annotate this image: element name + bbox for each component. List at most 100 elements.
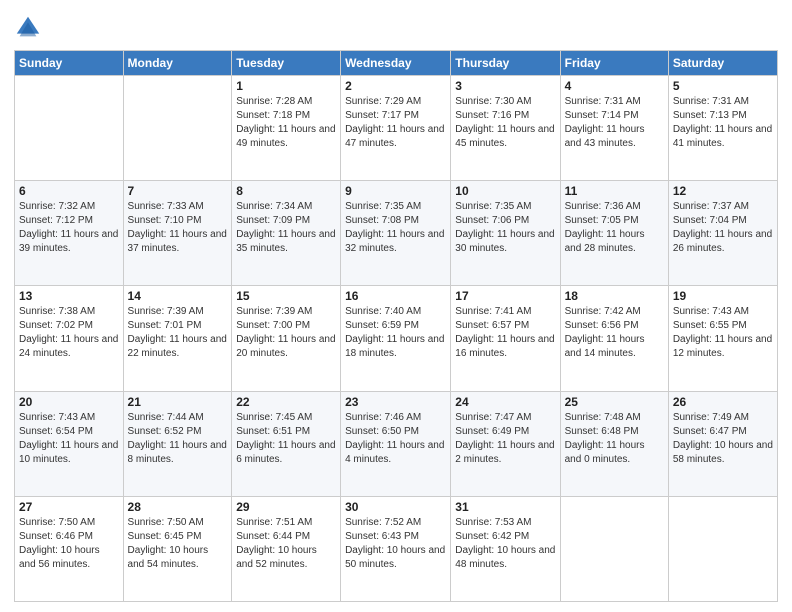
day-info: Sunrise: 7:50 AMSunset: 6:45 PMDaylight:… bbox=[128, 516, 228, 572]
day-info: Sunrise: 7:36 AMSunset: 7:05 PMDaylight:… bbox=[565, 200, 664, 256]
calendar-cell: 28 Sunrise: 7:50 AMSunset: 6:45 PMDayligh… bbox=[123, 496, 232, 601]
day-info: Sunrise: 7:41 AMSunset: 6:57 PMDaylight:… bbox=[455, 305, 555, 361]
day-info: Sunrise: 7:52 AMSunset: 6:43 PMDaylight:… bbox=[345, 516, 446, 572]
calendar-cell: 26Sunrise: 7:49 AMSunset: 6:47 PMDayligh… bbox=[668, 391, 777, 496]
calendar-cell: 8 Sunrise: 7:34 AMSunset: 7:09 PMDaylight… bbox=[232, 181, 341, 286]
calendar-cell: 16 Sunrise: 7:40 AMSunset: 6:59 PMDayligh… bbox=[341, 286, 451, 391]
day-number: 9 bbox=[345, 184, 446, 198]
day-info: Sunrise: 7:39 AMSunset: 7:01 PMDaylight:… bbox=[128, 305, 228, 361]
day-info: Sunrise: 7:43 AMSunset: 6:55 PMDaylight:… bbox=[673, 305, 773, 361]
day-number: 16 bbox=[345, 289, 446, 303]
day-number: 19 bbox=[673, 289, 773, 303]
calendar-cell: 27 Sunrise: 7:50 AMSunset: 6:46 PMDayligh… bbox=[15, 496, 124, 601]
day-number: 22 bbox=[236, 395, 336, 409]
calendar-cell: 30 Sunrise: 7:52 AMSunset: 6:43 PMDayligh… bbox=[341, 496, 451, 601]
day-info: Sunrise: 7:31 AMSunset: 7:13 PMDaylight:… bbox=[673, 95, 773, 151]
calendar-cell: 4 Sunrise: 7:31 AMSunset: 7:14 PMDaylight… bbox=[560, 76, 668, 181]
day-number: 25 bbox=[565, 395, 664, 409]
day-number: 21 bbox=[128, 395, 228, 409]
day-info: Sunrise: 7:34 AMSunset: 7:09 PMDaylight:… bbox=[236, 200, 336, 256]
calendar-cell: 25Sunrise: 7:48 AMSunset: 6:48 PMDayligh… bbox=[560, 391, 668, 496]
day-info: Sunrise: 7:39 AMSunset: 7:00 PMDaylight:… bbox=[236, 305, 336, 361]
day-number: 8 bbox=[236, 184, 336, 198]
day-number: 7 bbox=[128, 184, 228, 198]
day-info: Sunrise: 7:44 AMSunset: 6:52 PMDaylight:… bbox=[128, 411, 228, 467]
day-info: Sunrise: 7:38 AMSunset: 7:02 PMDaylight:… bbox=[19, 305, 119, 361]
day-number: 3 bbox=[455, 79, 555, 93]
calendar-cell: 13 Sunrise: 7:38 AMSunset: 7:02 PMDayligh… bbox=[15, 286, 124, 391]
day-of-week-header: Wednesday bbox=[341, 51, 451, 76]
day-number: 18 bbox=[565, 289, 664, 303]
day-of-week-header: Saturday bbox=[668, 51, 777, 76]
calendar-cell: 29Sunrise: 7:51 AMSunset: 6:44 PMDayligh… bbox=[232, 496, 341, 601]
calendar-cell: 31Sunrise: 7:53 AMSunset: 6:42 PMDayligh… bbox=[451, 496, 560, 601]
calendar-cell: 2Sunrise: 7:29 AMSunset: 7:17 PMDaylight… bbox=[341, 76, 451, 181]
logo bbox=[14, 14, 44, 42]
day-number: 15 bbox=[236, 289, 336, 303]
day-number: 23 bbox=[345, 395, 446, 409]
calendar-cell: 7 Sunrise: 7:33 AMSunset: 7:10 PMDaylight… bbox=[123, 181, 232, 286]
day-info: Sunrise: 7:37 AMSunset: 7:04 PMDaylight:… bbox=[673, 200, 773, 256]
calendar-cell: 21 Sunrise: 7:44 AMSunset: 6:52 PMDayligh… bbox=[123, 391, 232, 496]
calendar-week-row: 1 Sunrise: 7:28 AMSunset: 7:18 PMDaylight… bbox=[15, 76, 778, 181]
calendar-cell: 19 Sunrise: 7:43 AMSunset: 6:55 PMDayligh… bbox=[668, 286, 777, 391]
calendar-cell: 12 Sunrise: 7:37 AMSunset: 7:04 PMDayligh… bbox=[668, 181, 777, 286]
calendar-cell: 6Sunrise: 7:32 AMSunset: 7:12 PMDaylight… bbox=[15, 181, 124, 286]
day-of-week-header: Tuesday bbox=[232, 51, 341, 76]
logo-icon bbox=[14, 14, 42, 42]
calendar-week-row: 13 Sunrise: 7:38 AMSunset: 7:02 PMDayligh… bbox=[15, 286, 778, 391]
calendar-cell: 20 Sunrise: 7:43 AMSunset: 6:54 PMDayligh… bbox=[15, 391, 124, 496]
day-number: 24 bbox=[455, 395, 555, 409]
calendar-cell: 18 Sunrise: 7:42 AMSunset: 6:56 PMDayligh… bbox=[560, 286, 668, 391]
header bbox=[14, 10, 778, 42]
day-number: 11 bbox=[565, 184, 664, 198]
calendar-cell: 3Sunrise: 7:30 AMSunset: 7:16 PMDaylight… bbox=[451, 76, 560, 181]
day-info: Sunrise: 7:47 AMSunset: 6:49 PMDaylight:… bbox=[455, 411, 555, 467]
day-number: 4 bbox=[565, 79, 664, 93]
day-info: Sunrise: 7:31 AMSunset: 7:14 PMDaylight:… bbox=[565, 95, 664, 151]
calendar-cell: 10 Sunrise: 7:35 AMSunset: 7:06 PMDayligh… bbox=[451, 181, 560, 286]
calendar-cell bbox=[560, 496, 668, 601]
day-info: Sunrise: 7:28 AMSunset: 7:18 PMDaylight:… bbox=[236, 95, 336, 151]
day-info: Sunrise: 7:45 AMSunset: 6:51 PMDaylight:… bbox=[236, 411, 336, 467]
calendar-cell: 5 Sunrise: 7:31 AMSunset: 7:13 PMDaylight… bbox=[668, 76, 777, 181]
calendar-cell: 24 Sunrise: 7:47 AMSunset: 6:49 PMDayligh… bbox=[451, 391, 560, 496]
day-number: 27 bbox=[19, 500, 119, 514]
calendar-cell: 23 Sunrise: 7:46 AMSunset: 6:50 PMDayligh… bbox=[341, 391, 451, 496]
calendar-table: SundayMondayTuesdayWednesdayThursdayFrid… bbox=[14, 50, 778, 602]
calendar-cell bbox=[668, 496, 777, 601]
calendar-week-row: 27 Sunrise: 7:50 AMSunset: 6:46 PMDayligh… bbox=[15, 496, 778, 601]
day-info: Sunrise: 7:32 AMSunset: 7:12 PMDaylight:… bbox=[19, 200, 119, 256]
day-info: Sunrise: 7:40 AMSunset: 6:59 PMDaylight:… bbox=[345, 305, 446, 361]
day-info: Sunrise: 7:43 AMSunset: 6:54 PMDaylight:… bbox=[19, 411, 119, 467]
day-info: Sunrise: 7:42 AMSunset: 6:56 PMDaylight:… bbox=[565, 305, 664, 361]
day-number: 10 bbox=[455, 184, 555, 198]
calendar-cell bbox=[123, 76, 232, 181]
day-number: 13 bbox=[19, 289, 119, 303]
day-number: 12 bbox=[673, 184, 773, 198]
day-info: Sunrise: 7:46 AMSunset: 6:50 PMDaylight:… bbox=[345, 411, 446, 467]
calendar-cell: 14 Sunrise: 7:39 AMSunset: 7:01 PMDayligh… bbox=[123, 286, 232, 391]
calendar-cell bbox=[15, 76, 124, 181]
day-number: 26 bbox=[673, 395, 773, 409]
day-number: 28 bbox=[128, 500, 228, 514]
calendar-week-row: 6Sunrise: 7:32 AMSunset: 7:12 PMDaylight… bbox=[15, 181, 778, 286]
day-of-week-header: Friday bbox=[560, 51, 668, 76]
calendar-cell: 15 Sunrise: 7:39 AMSunset: 7:00 PMDayligh… bbox=[232, 286, 341, 391]
day-of-week-header: Thursday bbox=[451, 51, 560, 76]
day-info: Sunrise: 7:50 AMSunset: 6:46 PMDaylight:… bbox=[19, 516, 119, 572]
day-number: 29 bbox=[236, 500, 336, 514]
day-number: 14 bbox=[128, 289, 228, 303]
calendar-header-row: SundayMondayTuesdayWednesdayThursdayFrid… bbox=[15, 51, 778, 76]
day-info: Sunrise: 7:29 AMSunset: 7:17 PMDaylight:… bbox=[345, 95, 446, 151]
calendar-cell: 17Sunrise: 7:41 AMSunset: 6:57 PMDayligh… bbox=[451, 286, 560, 391]
day-info: Sunrise: 7:35 AMSunset: 7:08 PMDaylight:… bbox=[345, 200, 446, 256]
day-number: 1 bbox=[236, 79, 336, 93]
day-info: Sunrise: 7:35 AMSunset: 7:06 PMDaylight:… bbox=[455, 200, 555, 256]
day-number: 5 bbox=[673, 79, 773, 93]
day-info: Sunrise: 7:53 AMSunset: 6:42 PMDaylight:… bbox=[455, 516, 555, 572]
day-info: Sunrise: 7:33 AMSunset: 7:10 PMDaylight:… bbox=[128, 200, 228, 256]
day-number: 30 bbox=[345, 500, 446, 514]
day-number: 20 bbox=[19, 395, 119, 409]
day-of-week-header: Monday bbox=[123, 51, 232, 76]
